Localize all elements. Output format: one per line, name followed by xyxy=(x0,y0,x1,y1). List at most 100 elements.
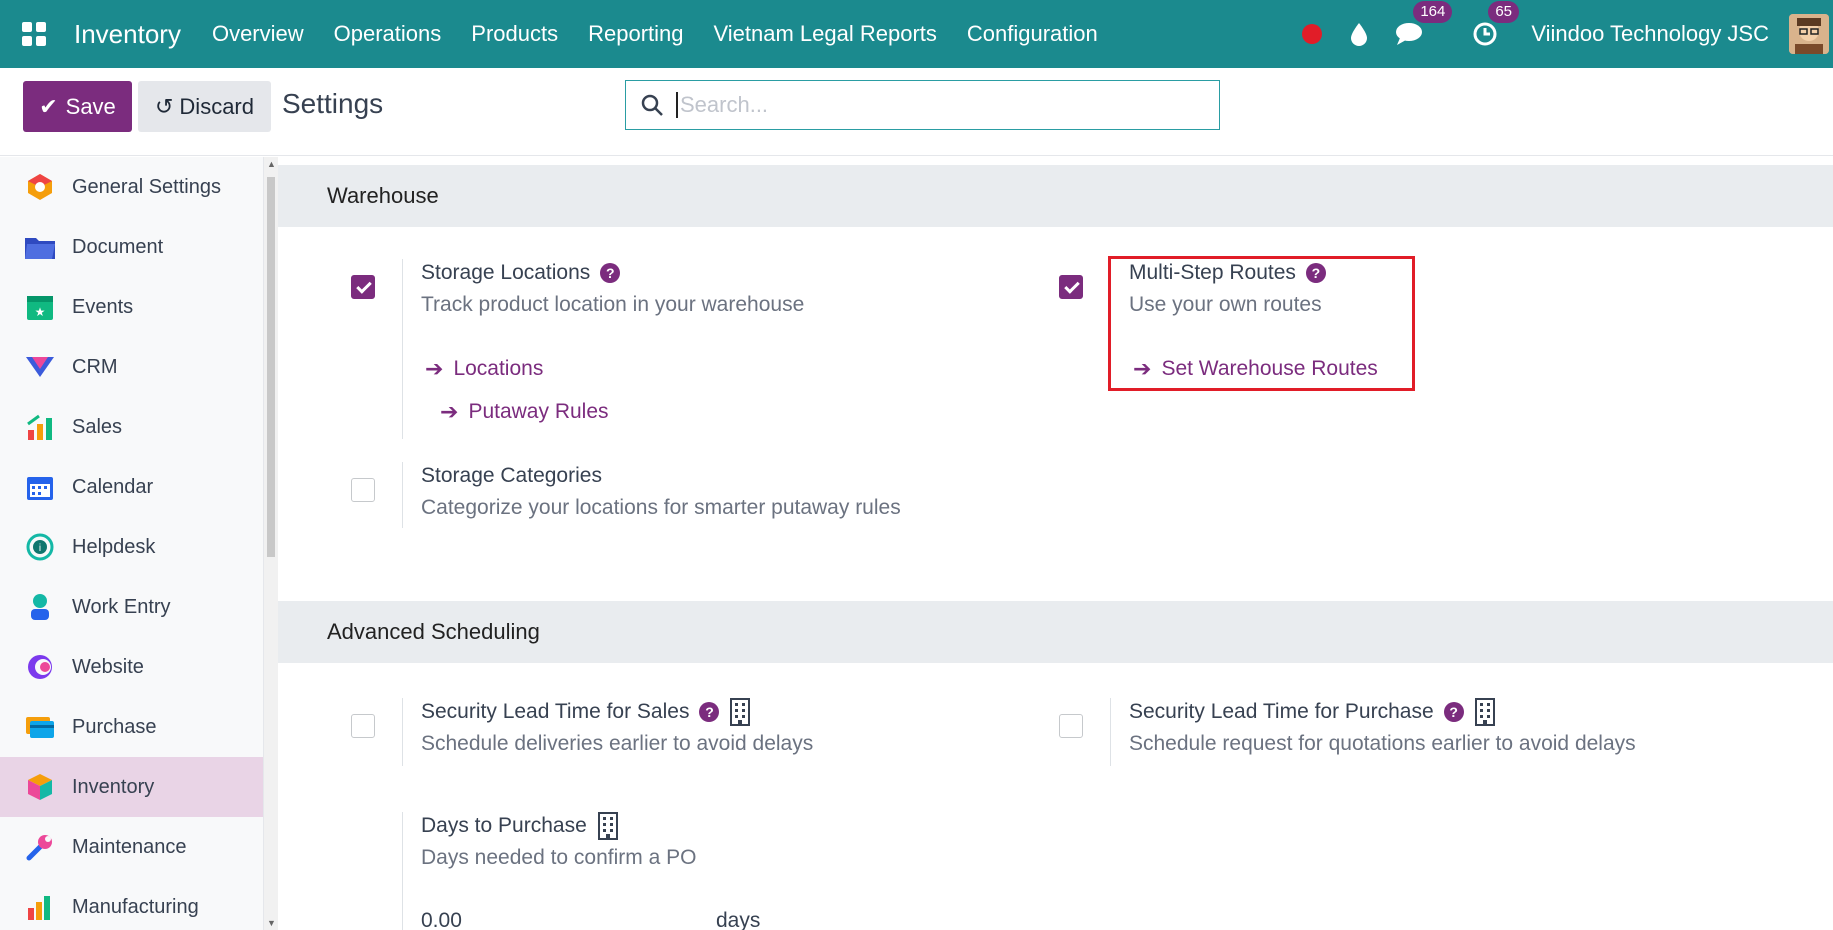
setting-desc: Schedule request for quotations earlier … xyxy=(1129,732,1636,755)
events-icon: ★ xyxy=(24,291,56,323)
activity-clock-icon[interactable]: 65 xyxy=(1472,1,1519,47)
building-icon xyxy=(597,812,619,840)
link-label: Locations xyxy=(453,357,544,380)
sidebar-item-label: Events xyxy=(72,295,134,318)
setting-desc: Days needed to confirm a PO xyxy=(421,846,697,869)
help-icon[interactable]: ? xyxy=(600,263,621,283)
record-icon[interactable] xyxy=(1301,23,1323,45)
menu-configuration[interactable]: Configuration xyxy=(952,21,1113,47)
company-name[interactable]: Viindoo Technology JSC xyxy=(1531,21,1769,47)
section-advanced-scheduling: Advanced Scheduling xyxy=(278,601,1833,663)
wrench-icon xyxy=(24,831,56,863)
sidebar-item-work-entry[interactable]: Work Entry xyxy=(0,577,263,637)
arrow-right-icon: ➔ xyxy=(440,399,459,424)
sidebar-item-crm[interactable]: CRM xyxy=(0,337,263,397)
save-label: Save xyxy=(65,93,116,119)
setting-desc: Track product location in your warehouse xyxy=(421,293,805,316)
sidebar-item-document[interactable]: Document xyxy=(0,217,263,277)
help-icon[interactable]: ? xyxy=(1443,702,1464,722)
scroll-thumb[interactable] xyxy=(267,177,275,557)
folder-icon xyxy=(24,231,56,263)
website-icon xyxy=(24,651,56,683)
search-input[interactable] xyxy=(676,92,1196,118)
setting-title: Security Lead Time for Sales xyxy=(421,700,690,723)
sidebar-item-maintenance[interactable]: Maintenance xyxy=(0,817,263,877)
manufacturing-icon xyxy=(24,891,56,923)
svg-text:i: i xyxy=(39,543,41,554)
search-box[interactable] xyxy=(625,80,1220,130)
multi-step-routes-checkbox[interactable] xyxy=(1059,275,1083,299)
setting-title: Storage Categories xyxy=(421,464,602,487)
menu-reporting[interactable]: Reporting xyxy=(573,21,698,47)
security-lead-sales-checkbox[interactable] xyxy=(351,714,375,738)
messages-icon[interactable]: 164 xyxy=(1395,1,1453,47)
highlight-box xyxy=(1108,256,1415,391)
sidebar-item-label: General Settings xyxy=(72,175,221,198)
sidebar-item-label: Helpdesk xyxy=(72,535,156,558)
section-warehouse: Warehouse xyxy=(278,165,1833,227)
page-title: Settings xyxy=(282,88,384,119)
sidebar-item-calendar[interactable]: Calendar xyxy=(0,457,263,517)
helpdesk-icon: i xyxy=(24,531,56,563)
sidebar-item-label: Work Entry xyxy=(72,595,171,618)
calendar-icon xyxy=(24,471,56,503)
apps-menu-icon[interactable] xyxy=(0,0,68,68)
sidebar-item-general-settings[interactable]: General Settings xyxy=(0,157,263,217)
scroll-up-arrow[interactable]: ▲ xyxy=(267,159,276,169)
building-icon xyxy=(729,698,751,726)
divider xyxy=(402,259,403,439)
menu-overview[interactable]: Overview xyxy=(197,21,319,47)
messages-badge: 164 xyxy=(1413,1,1453,23)
help-icon[interactable]: ? xyxy=(699,702,720,722)
setting-desc: Categorize your locations for smarter pu… xyxy=(421,496,901,519)
discard-label: Discard xyxy=(179,93,254,119)
sidebar-item-label: Sales xyxy=(72,415,123,438)
menu-vietnam-legal-reports[interactable]: Vietnam Legal Reports xyxy=(698,21,951,47)
sidebar-item-purchase[interactable]: Purchase xyxy=(0,697,263,757)
menu-products[interactable]: Products xyxy=(456,21,573,47)
storage-locations-checkbox[interactable] xyxy=(351,275,375,299)
search-icon xyxy=(641,94,663,116)
setting-title: Storage Locations xyxy=(421,261,591,284)
sidebar-item-inventory[interactable]: Inventory xyxy=(0,757,263,817)
setting-desc: Schedule deliveries earlier to avoid del… xyxy=(421,732,814,755)
sidebar-item-manufacturing[interactable]: Manufacturing xyxy=(0,877,263,930)
divider xyxy=(1110,698,1111,766)
arrow-right-icon: ➔ xyxy=(425,356,444,381)
storage-categories-checkbox[interactable] xyxy=(351,478,375,502)
top-navbar: Inventory Overview Operations Products R… xyxy=(0,0,1833,68)
control-panel: ✔ Save ↺ Discard Settings xyxy=(0,68,1833,156)
sidebar-item-helpdesk[interactable]: i Helpdesk xyxy=(0,517,263,577)
activities-badge: 65 xyxy=(1488,1,1519,23)
sales-icon xyxy=(24,411,56,443)
link-label: Putaway Rules xyxy=(468,400,609,423)
user-avatar[interactable] xyxy=(1789,14,1829,54)
work-entry-icon xyxy=(24,591,56,623)
sidebar-item-label: Inventory xyxy=(72,775,155,798)
days-to-purchase-input[interactable]: 0.00 xyxy=(421,909,462,930)
sidebar-item-website[interactable]: Website xyxy=(0,637,263,697)
sidebar-item-label: Calendar xyxy=(72,475,154,498)
check-icon: ✔ xyxy=(39,93,58,119)
droplet-icon[interactable] xyxy=(1349,22,1369,46)
svg-text:★: ★ xyxy=(35,305,46,319)
app-name[interactable]: Inventory xyxy=(74,19,181,50)
security-lead-purchase-checkbox[interactable] xyxy=(1059,714,1083,738)
sidebar-item-events[interactable]: ★ Events xyxy=(0,277,263,337)
menu-operations[interactable]: Operations xyxy=(319,21,457,47)
purchase-icon xyxy=(24,711,56,743)
save-button[interactable]: ✔ Save xyxy=(23,81,132,132)
sidebar-item-label: Document xyxy=(72,235,164,258)
sidebar-item-label: Website xyxy=(72,655,144,678)
building-icon xyxy=(1474,698,1496,726)
crm-icon xyxy=(24,351,56,383)
putaway-rules-link[interactable]: ➔ Putaway Rules xyxy=(440,399,609,425)
locations-link[interactable]: ➔ Locations xyxy=(425,356,543,382)
scroll-down-arrow[interactable]: ▼ xyxy=(267,918,276,928)
days-unit-label: days xyxy=(716,909,761,930)
settings-sidebar: General Settings Document ★ Events CRM S… xyxy=(0,157,263,930)
divider xyxy=(402,812,403,930)
sidebar-item-sales[interactable]: Sales xyxy=(0,397,263,457)
sidebar-scrollbar[interactable]: ▲ ▼ xyxy=(263,157,278,930)
discard-button[interactable]: ↺ Discard xyxy=(138,81,271,132)
